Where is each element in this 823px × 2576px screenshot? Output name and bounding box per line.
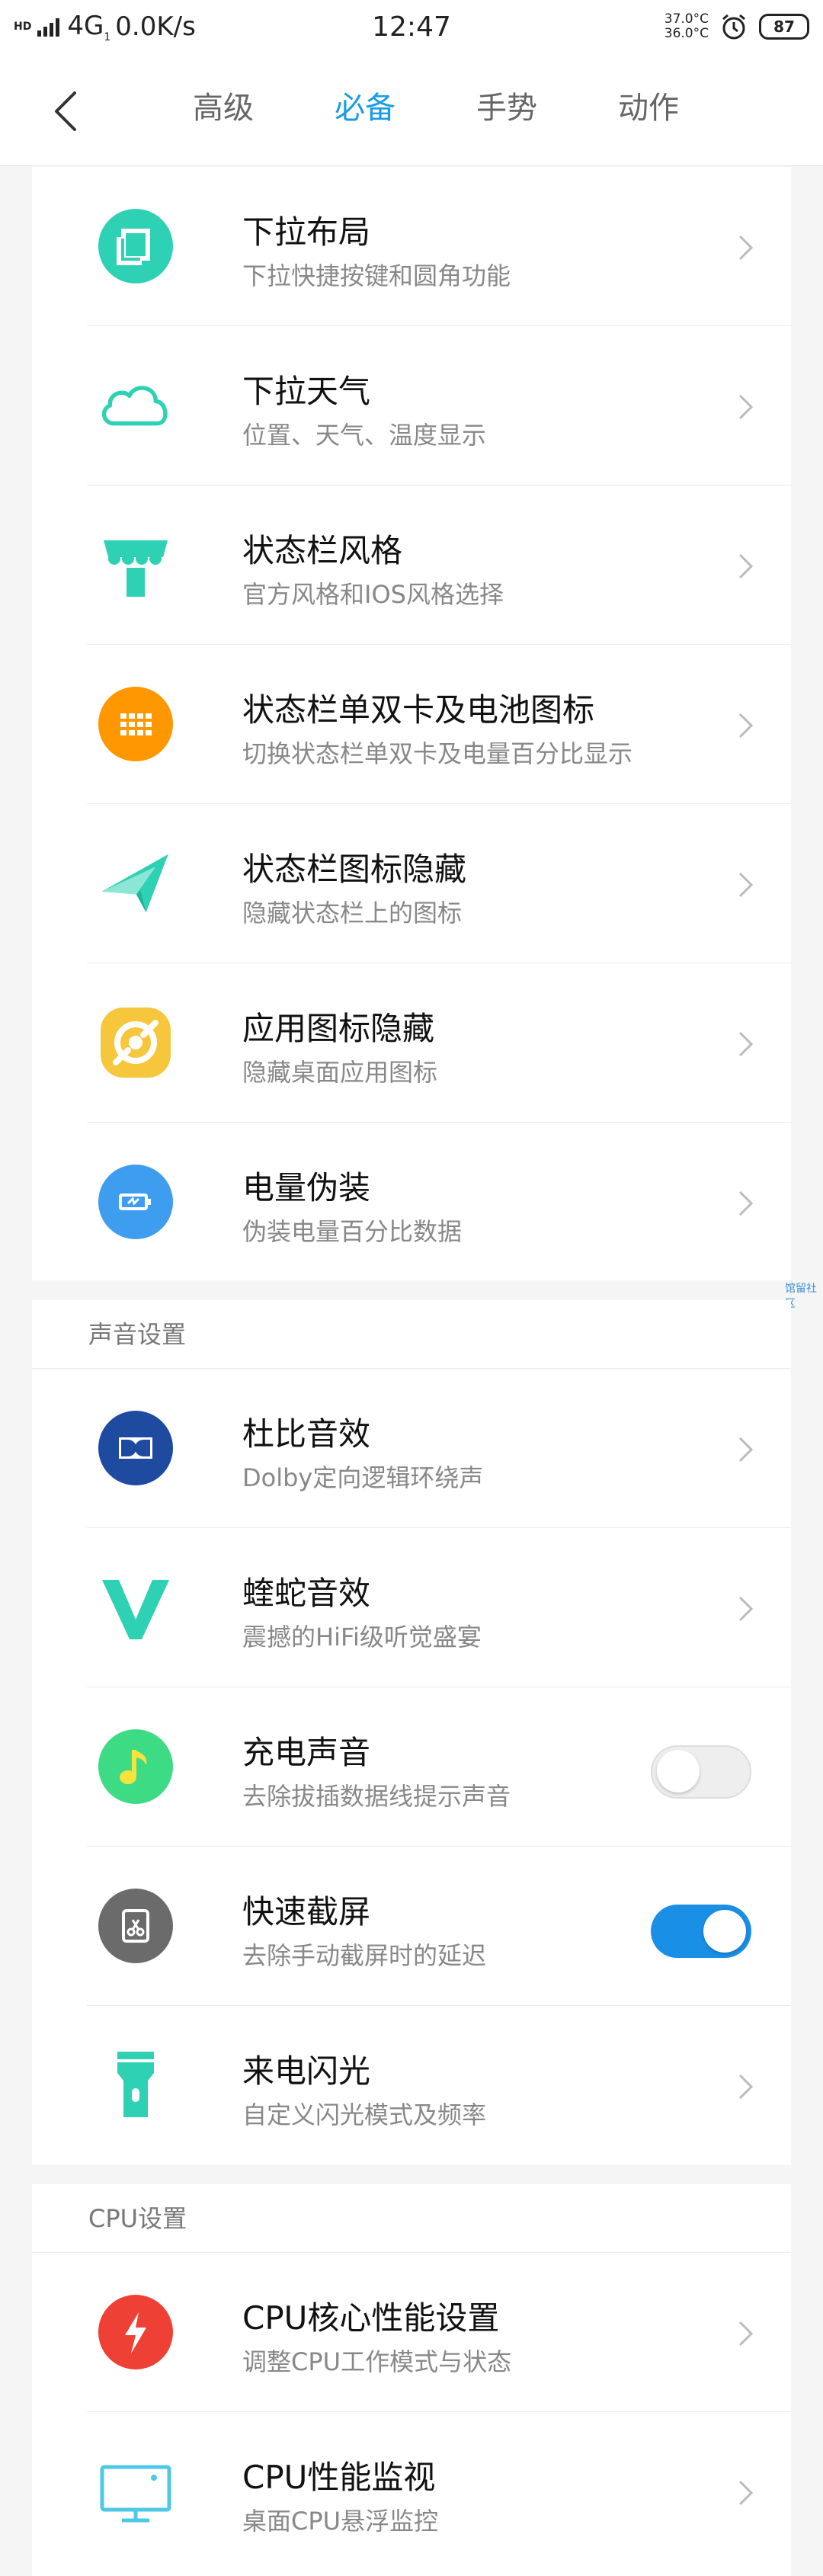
quick-screenshot-toggle[interactable] <box>651 1905 751 1958</box>
charging-sound-toggle[interactable] <box>651 1745 751 1799</box>
item-subtitle: 去除拔插数据线提示声音 <box>242 1782 511 1811</box>
shop-awning-icon <box>98 527 174 603</box>
chevron-right-icon <box>738 2321 754 2347</box>
back-icon[interactable] <box>47 90 85 133</box>
list-item[interactable]: 杜比音效 Dolby定向逻辑环绕声 <box>32 1369 791 1528</box>
toggle-knob <box>657 1750 700 1793</box>
list-item[interactable]: 蝰蛇音效 震撼的HiFi级听觉盛宴 <box>32 1528 791 1687</box>
chevron-right-icon <box>738 235 754 261</box>
status-left: HD 4G1 0.0K/s <box>14 11 319 43</box>
chevron-right-icon <box>738 1596 754 1622</box>
list-item[interactable]: 状态栏单双卡及电池图标 切换状态栏单双卡及电量百分比显示 <box>32 645 791 804</box>
item-subtitle: 去除手动截屏时的延迟 <box>242 1941 487 1970</box>
tab-bar: 高级 必备 手势 动作 <box>152 85 719 131</box>
list-item[interactable]: CPU核心性能设置 调整CPU工作模式与状态 <box>32 2253 791 2412</box>
tab-advanced[interactable]: 高级 <box>152 85 294 131</box>
hd-indicator: HD <box>14 20 32 33</box>
layout-icon <box>98 208 174 284</box>
battery-icon <box>98 1164 174 1240</box>
list-item[interactable]: 应用图标隐藏 隐藏桌面应用图标 <box>32 963 791 1123</box>
dolby-icon <box>98 1410 174 1486</box>
essential-card: 下拉布局 下拉快捷按键和圆角功能 下拉天气 位置、天气、温度显示 状态栏风格 官… <box>32 167 791 1280</box>
tab-essential[interactable]: 必备 <box>294 85 436 131</box>
section-title: CPU设置 <box>32 2184 791 2253</box>
item-title: 电量伪装 <box>242 1169 371 1206</box>
item-title: 下拉天气 <box>242 373 371 410</box>
item-subtitle: 桌面CPU悬浮监控 <box>242 2507 439 2536</box>
item-title: CPU性能监视 <box>242 2459 436 2496</box>
cloud-icon <box>98 367 174 444</box>
chevron-right-icon <box>738 553 754 579</box>
list-item[interactable]: 下拉天气 位置、天气、温度显示 <box>32 326 791 485</box>
item-title: CPU核心性能设置 <box>242 2299 500 2337</box>
chevron-right-icon <box>738 713 754 739</box>
grid-dots-icon <box>98 686 174 762</box>
temperature: 37.0°C 36.0°C <box>664 11 709 41</box>
flashlight-icon <box>98 2047 174 2123</box>
screenshot-icon <box>98 1888 174 1964</box>
status-right: 37.0°C 36.0°C 87 <box>664 12 809 41</box>
header: 高级 必备 手势 动作 <box>0 53 823 166</box>
item-title: 来电闪光 <box>242 2052 371 2090</box>
chevron-right-icon <box>738 2480 754 2506</box>
item-title: 应用图标隐藏 <box>242 1010 435 1047</box>
chevron-right-icon <box>738 1190 754 1216</box>
list-item[interactable]: 状态栏风格 官方风格和IOS风格选择 <box>32 485 791 645</box>
music-note-icon <box>98 1729 174 1805</box>
lightning-icon <box>98 2294 174 2370</box>
status-bar: HD 4G1 0.0K/s 12:47 37.0°C 36.0°C 87 <box>0 0 823 53</box>
tab-action[interactable]: 动作 <box>578 85 719 131</box>
item-title: 充电声音 <box>242 1734 371 1771</box>
list-item[interactable]: 状态栏图标隐藏 隐藏状态栏上的图标 <box>32 804 791 963</box>
list-item[interactable]: 下拉布局 下拉快捷按键和圆角功能 <box>32 167 791 326</box>
cpu-settings-card: CPU设置 CPU核心性能设置 调整CPU工作模式与状态 CPU性能监视 桌面C… <box>32 2184 791 2576</box>
item-subtitle: 震撼的HiFi级听觉盛宴 <box>242 1623 482 1652</box>
item-subtitle: 下拉快捷按键和圆角功能 <box>242 261 511 290</box>
item-title: 状态栏图标隐藏 <box>242 851 467 888</box>
monitor-icon <box>98 2453 174 2530</box>
item-subtitle: 隐藏桌面应用图标 <box>242 1058 438 1087</box>
network-type: 4G1 <box>67 10 111 43</box>
chevron-right-icon <box>738 1031 754 1057</box>
item-title: 杜比音效 <box>242 1415 371 1453</box>
alarm-icon <box>722 14 745 40</box>
list-item[interactable]: CPU性能监视 桌面CPU悬浮监控 <box>32 2412 791 2571</box>
signal-icon <box>37 17 60 37</box>
list-item[interactable]: 电量伪装 伪装电量百分比数据 <box>32 1123 791 1282</box>
chevron-right-icon <box>738 872 754 898</box>
toggle-knob <box>703 1910 746 1953</box>
section-title: 声音设置 <box>32 1300 791 1369</box>
item-subtitle: 隐藏状态栏上的图标 <box>242 899 463 928</box>
chevron-right-icon <box>738 394 754 420</box>
sound-settings-card: 声音设置 杜比音效 Dolby定向逻辑环绕声 蝰蛇音效 震撼的HiFi级听觉盛宴 <box>32 1300 791 2165</box>
item-subtitle: 伪装电量百分比数据 <box>242 1217 463 1246</box>
network-speed: 0.0K/s <box>115 11 196 42</box>
paper-plane-icon <box>98 845 174 921</box>
item-title: 状态栏单双卡及电池图标 <box>242 691 595 729</box>
list-item: 快速截屏 去除手动截屏时的延迟 <box>32 1847 791 2006</box>
viper-icon <box>98 1569 174 1645</box>
item-subtitle: 自定义闪光模式及频率 <box>242 2100 487 2129</box>
list-item[interactable]: 来电闪光 自定义闪光模式及频率 <box>32 2006 791 2165</box>
item-subtitle: Dolby定向逻辑环绕声 <box>242 1463 484 1492</box>
battery-indicator: 87 <box>759 14 809 40</box>
list-item: 充电声音 去除拔插数据线提示声音 <box>32 1687 791 1847</box>
item-title: 蝰蛇音效 <box>242 1575 371 1612</box>
item-subtitle: 调整CPU工作模式与状态 <box>242 2347 512 2376</box>
item-title: 下拉布局 <box>242 213 371 251</box>
item-subtitle: 切换状态栏单双卡及电量百分比显示 <box>242 739 633 768</box>
chevron-right-icon <box>738 2074 754 2100</box>
tab-gesture[interactable]: 手势 <box>436 85 578 131</box>
item-subtitle: 位置、天气、温度显示 <box>242 421 487 450</box>
app-hide-icon <box>98 1004 174 1081</box>
item-title: 状态栏风格 <box>242 532 403 569</box>
item-subtitle: 官方风格和IOS风格选择 <box>242 580 504 609</box>
chevron-right-icon <box>738 1437 754 1463</box>
item-title: 快速截屏 <box>242 1893 371 1930</box>
